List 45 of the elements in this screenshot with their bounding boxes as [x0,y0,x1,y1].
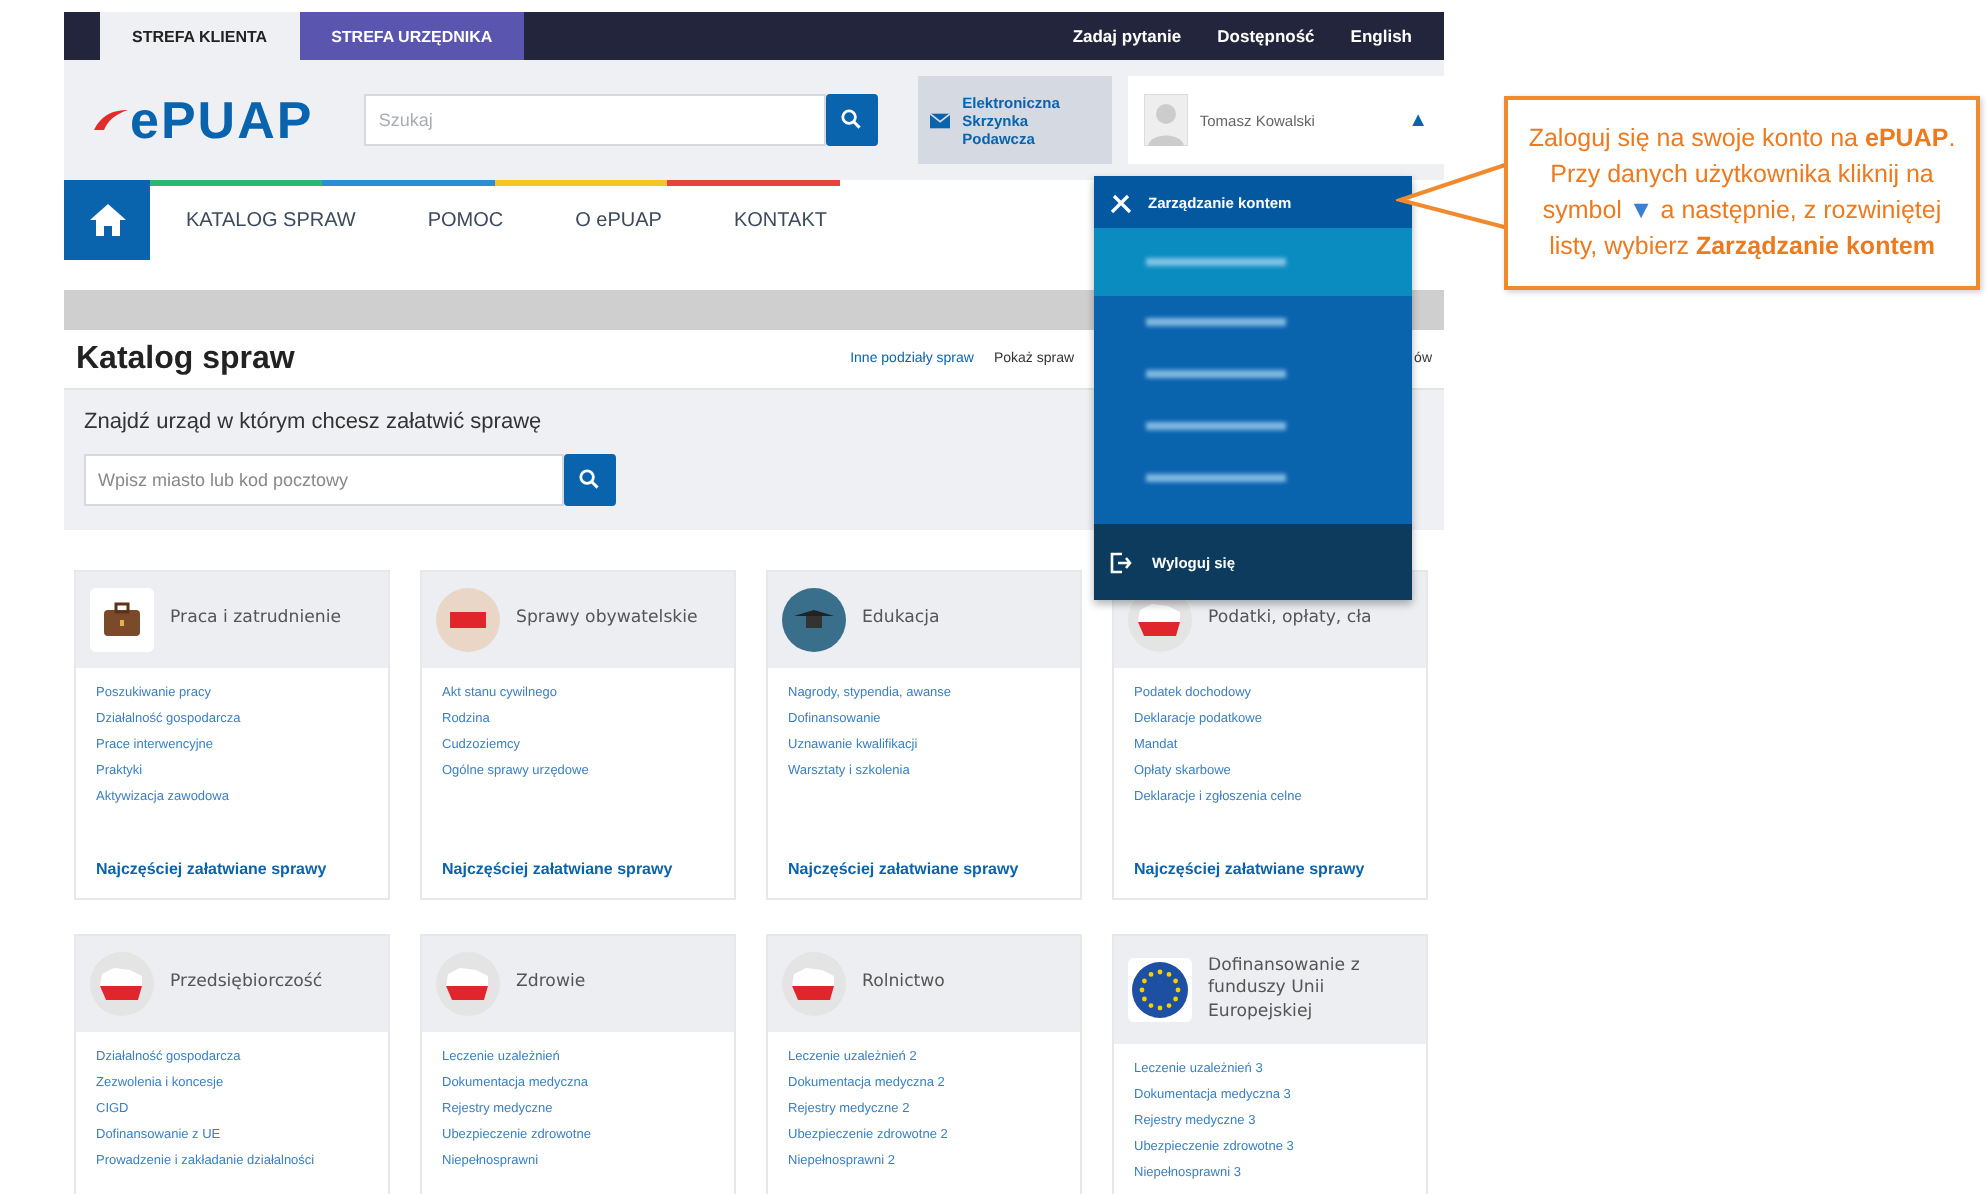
briefcase-icon [90,588,154,652]
top-link[interactable]: Dostępność [1217,26,1315,46]
graduation-cap-icon [782,588,846,652]
category-title[interactable]: Rolnictwo [862,972,945,996]
frequent-link[interactable]: Najczęściej załatwiane sprawy [422,860,734,898]
blurred-menu-item[interactable] [1094,228,1412,296]
category-title[interactable]: Sprawy obywatelskie [516,608,698,632]
home-button[interactable] [64,180,150,260]
eu-flag-icon [1128,958,1192,1022]
avatar-icon [1143,94,1188,146]
poland-map-icon [436,952,500,1016]
top-link[interactable]: English [1350,26,1412,46]
frequent-link[interactable]: Najczęściej załatwiane sprawy [1114,860,1426,898]
zone-tab[interactable]: STREFA KLIENTA [100,12,300,60]
search-icon [578,468,602,492]
city-field[interactable]: Wpisz miasto lub kod pocztowy [84,454,564,506]
blurred-menu-item[interactable] [1094,296,1412,348]
category-title[interactable]: Zdrowie [516,972,586,996]
envelope-icon [930,107,951,133]
category-title[interactable]: Podatki, opłaty, cła [1208,608,1372,632]
page-title: Katalog spraw [76,341,295,377]
poland-map-icon [782,952,846,1016]
caret-icon[interactable]: ▲ [1408,109,1428,131]
nav-link[interactable]: O ePUAP [575,209,662,231]
category-title[interactable]: Praca i zatrudnienie [170,608,341,632]
epuap-logo[interactable]: ePUAP [92,89,329,151]
search-icon [840,108,864,132]
no-entry-icon [436,588,500,652]
search-button[interactable] [564,454,616,506]
category-title[interactable]: Przedsiębiorczość [170,972,323,996]
home-icon [89,204,125,236]
search-field[interactable]: Szukaj [364,94,827,146]
zone-tab[interactable]: STREFA URZĘDNIKA [299,12,525,60]
nav-link[interactable]: KONTAKT [733,209,827,231]
frequent-link[interactable]: Najczęściej załatwiane sprawy [76,860,388,898]
frequent-link[interactable]: Najczęściej załatwiane sprawy [768,860,1080,898]
search-button[interactable] [826,94,879,146]
nav-link[interactable]: POMOC [427,209,504,231]
callout-text: Zaloguj się na swoje konto na ePUAP. Przy danych użytkownika kliknij na symbol ▼ a następnie, z rozwiniętej listy, wybierz Zarządzanie kontem [1526,122,1958,265]
logout-icon [1110,551,1132,573]
top-link[interactable]: Zadaj pytanie [1072,26,1182,46]
category-title[interactable]: Edukacja [862,608,940,632]
finder-label: Znajdź urząd w którym chcesz załatwić sprawę [84,410,544,434]
poland-map-icon [90,952,154,1016]
nav-link[interactable]: KATALOG SPRAW [186,209,356,231]
